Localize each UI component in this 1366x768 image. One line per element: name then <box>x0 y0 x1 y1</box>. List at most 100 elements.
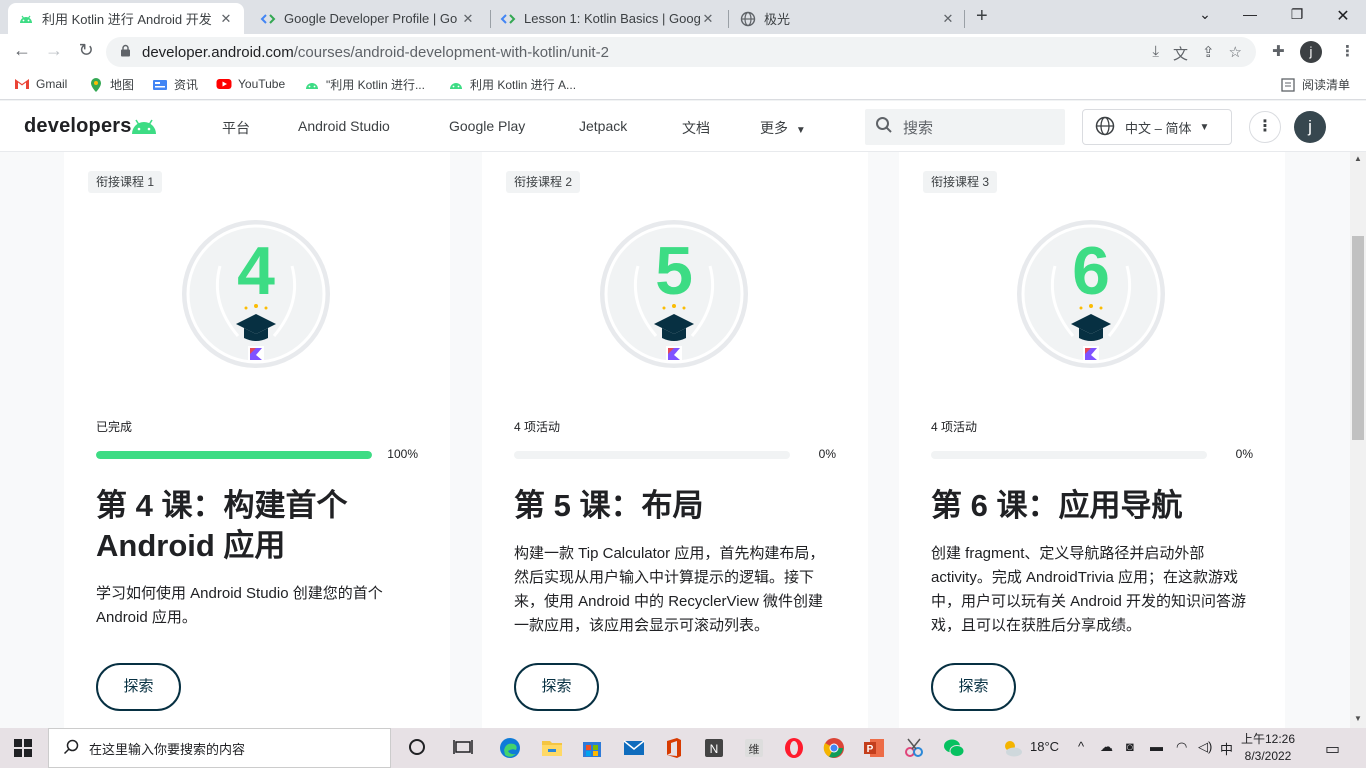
file-explorer-icon[interactable] <box>540 736 564 760</box>
close-tab-icon[interactable]: ✕ <box>460 11 476 27</box>
bookmark-kotlin-1[interactable]: "利用 Kotlin 进行... <box>304 76 425 93</box>
close-tab-icon[interactable]: ✕ <box>218 11 234 27</box>
close-window-button[interactable]: ✕ <box>1333 6 1353 26</box>
close-tab-icon[interactable]: ✕ <box>700 11 716 27</box>
tab-jiguang[interactable]: 极光 ✕ <box>730 3 966 34</box>
bookmark-news[interactable]: 资讯 <box>152 76 198 93</box>
more-options-button[interactable]: ⋮ <box>1249 111 1281 143</box>
course-card-lesson-4: 衔接课程 1 4 已完成 100% 第 4 课：构建首个 Android 应用 … <box>64 152 450 728</box>
install-app-icon[interactable]: ⤓ <box>1152 43 1159 64</box>
progress-bar <box>931 451 1207 459</box>
svg-text:P: P <box>867 744 874 755</box>
lesson-badge-icon: 4 <box>182 220 330 368</box>
tab-kotlin-basics[interactable]: Lesson 1: Kotlin Basics | Goog ✕ <box>490 3 726 34</box>
badge-number: 5 <box>655 233 693 309</box>
office-icon[interactable] <box>662 736 686 760</box>
chrome-icon[interactable] <box>822 736 846 760</box>
back-button[interactable]: ← <box>10 40 34 61</box>
minimize-button[interactable]: — <box>1240 6 1260 22</box>
lesson-title[interactable]: 第 5 课：布局 <box>514 486 844 526</box>
app-wei-icon[interactable]: 维 <box>742 736 766 760</box>
nav-jetpack[interactable]: Jetpack <box>579 118 627 134</box>
lock-icon[interactable] <box>120 44 132 60</box>
scroll-down-arrow-icon[interactable]: ▼ <box>1354 714 1362 723</box>
ime-indicator[interactable]: 中 <box>1220 739 1233 758</box>
explore-button[interactable]: 探索 <box>931 663 1016 711</box>
progress-percent: 0% <box>1235 447 1253 461</box>
restore-button[interactable]: ❐ <box>1287 6 1307 23</box>
scroll-up-arrow-icon[interactable]: ▲ <box>1354 154 1362 163</box>
weather-temperature[interactable]: 18°C <box>1030 739 1059 754</box>
new-tab-button[interactable]: + <box>976 5 988 28</box>
bookmark-gmail[interactable]: Gmail <box>14 76 67 92</box>
powerpoint-icon[interactable]: P <box>862 736 886 760</box>
cortana-icon[interactable] <box>406 736 430 760</box>
tab-title: Lesson 1: Kotlin Basics | Goog <box>524 11 700 26</box>
share-icon[interactable]: ⇪ <box>1202 43 1215 64</box>
scrollbar-thumb[interactable] <box>1352 236 1364 440</box>
lesson-title[interactable]: 第 4 课：构建首个 Android 应用 <box>96 486 426 566</box>
tab-developer-profile[interactable]: Google Developer Profile | Go ✕ <box>250 3 486 34</box>
developers-logo[interactable]: developers <box>24 115 132 138</box>
account-avatar[interactable]: j <box>1294 111 1326 143</box>
taskbar-clock[interactable]: 上午12:26 8/3/2022 <box>1240 731 1296 765</box>
nav-docs[interactable]: 文档 <box>682 118 710 138</box>
close-tab-icon[interactable]: ✕ <box>940 11 956 27</box>
nav-platform[interactable]: 平台 <box>222 118 250 138</box>
battery-icon[interactable]: ▬ <box>1150 739 1163 754</box>
explore-button[interactable]: 探索 <box>96 663 181 711</box>
onedrive-cloud-icon[interactable]: ☁ <box>1100 739 1113 755</box>
weather-sunny-cloud-icon[interactable] <box>1000 736 1024 760</box>
nav-android-studio[interactable]: Android Studio <box>298 118 390 134</box>
url-path: /courses/android-development-with-kotlin… <box>293 43 609 61</box>
progress-bar <box>96 451 372 459</box>
translate-icon[interactable]: 文 <box>1173 43 1188 64</box>
search-icon <box>63 739 79 758</box>
browser-menu-icon[interactable]: ⋮ <box>1340 42 1355 60</box>
edge-browser-icon[interactable] <box>498 736 522 760</box>
lesson-title[interactable]: 第 6 课：应用导航 <box>931 486 1261 526</box>
address-bar[interactable]: developer.android.com/courses/android-de… <box>106 37 1256 67</box>
tab-kotlin-course[interactable]: 利用 Kotlin 进行 Android 开发 ✕ <box>8 3 244 34</box>
show-hidden-icons-chevron-icon[interactable]: ^ <box>1078 739 1084 754</box>
notification-center-icon[interactable]: ▭ <box>1325 739 1340 759</box>
explore-button[interactable]: 探索 <box>514 663 599 711</box>
forward-button[interactable]: → <box>42 40 66 61</box>
bookmark-youtube[interactable]: YouTube <box>216 76 285 92</box>
progress-bar <box>514 451 790 459</box>
reading-list[interactable]: 阅读清单 <box>1280 76 1350 93</box>
tab-search-chevron-icon[interactable]: ⌄ <box>1195 6 1215 23</box>
camera-app-icon[interactable]: ◙ <box>1126 739 1134 754</box>
tab-title: 极光 <box>764 12 791 27</box>
lesson-badge-icon: 6 <box>1017 220 1165 368</box>
bookmark-star-icon[interactable]: ☆ <box>1229 43 1242 64</box>
bookmark-kotlin-2[interactable]: 利用 Kotlin 进行 A... <box>448 76 576 93</box>
profile-avatar[interactable]: j <box>1300 41 1322 63</box>
wechat-icon[interactable] <box>942 736 966 760</box>
reload-button[interactable]: ↻ <box>74 40 98 61</box>
android-icon <box>448 77 464 93</box>
notes-app-icon[interactable]: N <box>702 736 726 760</box>
extensions-puzzle-icon[interactable]: ✚ <box>1272 42 1285 60</box>
mail-icon[interactable] <box>622 736 646 760</box>
task-view-icon[interactable] <box>452 736 476 760</box>
page-scrollbar[interactable]: ▲ ▼ <box>1350 152 1366 728</box>
windows-start-icon[interactable] <box>13 736 37 760</box>
wifi-icon[interactable]: ◠ <box>1176 739 1187 755</box>
status-text: 已完成 <box>96 420 133 434</box>
volume-icon[interactable]: ◁) <box>1198 739 1212 755</box>
opera-icon[interactable] <box>782 736 806 760</box>
status-text: 4 项活动 <box>931 420 978 434</box>
lesson-description: 构建一款 Tip Calculator 应用，首先构建布局，然后实现从用户输入中… <box>514 545 825 634</box>
site-search-input[interactable]: 搜索 <box>865 109 1065 145</box>
course-card-lesson-5: 衔接课程 2 5 4 项活动 0% 第 5 课：布局 构建一款 Tip Calc… <box>482 152 868 728</box>
microsoft-store-icon[interactable] <box>580 736 604 760</box>
nav-google-play[interactable]: Google Play <box>449 118 525 134</box>
pathway-chip: 衔接课程 1 <box>88 171 163 193</box>
language-selector[interactable]: 中文 – 简体 ▼ <box>1082 109 1232 145</box>
snipping-tool-icon[interactable] <box>902 736 926 760</box>
bookmark-label: "利用 Kotlin 进行... <box>326 78 425 92</box>
nav-more[interactable]: 更多 ▼ <box>760 118 806 138</box>
taskbar-search-input[interactable]: 在这里输入你要搜索的内容 <box>48 728 391 768</box>
bookmark-maps[interactable]: 地图 <box>88 76 134 93</box>
